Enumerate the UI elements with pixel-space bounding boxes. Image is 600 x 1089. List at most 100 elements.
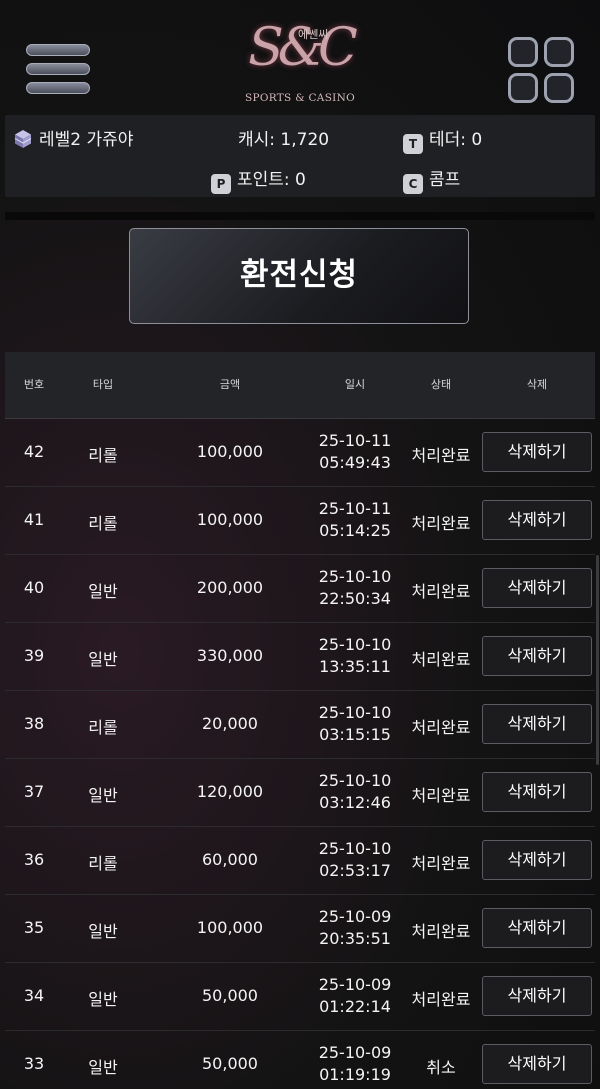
- comp-icon: C: [403, 174, 423, 194]
- row-datetime: 25-10-09 01:19:19: [305, 1042, 405, 1086]
- delete-button[interactable]: 삭제하기: [482, 976, 592, 1016]
- logo-subtitle: SPORTS & CASINO: [244, 92, 356, 104]
- delete-button[interactable]: 삭제하기: [482, 704, 592, 744]
- row-amount: 100,000: [196, 918, 264, 937]
- tether-icon: T: [403, 134, 423, 154]
- row-status: 처리완료: [411, 650, 471, 669]
- row-amount: 50,000: [202, 1054, 258, 1073]
- scrollbar[interactable]: [596, 555, 599, 765]
- row-number: 38: [23, 714, 45, 733]
- grid-menu-icon[interactable]: [508, 37, 574, 103]
- row-amount: 100,000: [196, 442, 264, 461]
- table-header: 번호 타입 금액 일시 상태 삭제: [5, 352, 595, 419]
- delete-button[interactable]: 삭제하기: [482, 840, 592, 880]
- user-level-text: 레벨2 가쥬야: [39, 130, 134, 150]
- row-datetime: 25-10-10 02:53:17: [305, 838, 405, 882]
- row-status: 처리완료: [411, 718, 471, 737]
- row-type: 리롤: [88, 446, 118, 465]
- header-amount: 금액: [219, 378, 241, 391]
- row-number: 34: [23, 986, 45, 1005]
- row-time: 01:22:14: [319, 997, 391, 1016]
- delete-button[interactable]: 삭제하기: [482, 772, 592, 812]
- header-number: 번호: [23, 378, 45, 391]
- header-status: 상태: [430, 378, 452, 391]
- menu-bar: [26, 82, 90, 94]
- table-row: 41 리롤 100,000 25-10-11 05:14:25 처리완료 삭제하기: [5, 487, 595, 555]
- site-logo[interactable]: S&C 에쎈씨 SPORTS & CASINO: [240, 8, 360, 108]
- row-type: 일반: [88, 786, 118, 805]
- points-balance: P 포인트: 0: [211, 165, 306, 194]
- table-body: 42 리롤 100,000 25-10-11 05:49:43 처리완료 삭제하기 41 리롤 1…: [5, 419, 595, 1089]
- row-time: 20:35:51: [319, 929, 391, 948]
- row-date: 25-10-10: [318, 635, 392, 654]
- menu-bar: [26, 44, 90, 56]
- row-datetime: 25-10-10 22:50:34: [305, 566, 405, 610]
- row-time: 03:12:46: [319, 793, 391, 812]
- row-datetime: 25-10-10 13:35:11: [305, 634, 405, 678]
- table-row: 34 일반 50,000 25-10-09 01:22:14 처리완료 삭제하기: [5, 963, 595, 1031]
- delete-button[interactable]: 삭제하기: [482, 568, 592, 608]
- tether-balance: T 테더: 0: [403, 125, 482, 154]
- delete-button[interactable]: 삭제하기: [482, 432, 592, 472]
- row-datetime: 25-10-11 05:14:25: [305, 498, 405, 542]
- hamburger-menu-icon[interactable]: [26, 42, 92, 98]
- delete-button[interactable]: 삭제하기: [482, 500, 592, 540]
- row-date: 25-10-11: [318, 431, 392, 450]
- menu-bar: [26, 63, 90, 75]
- logo-monogram: S&C: [248, 18, 358, 78]
- row-type: 리롤: [88, 854, 118, 873]
- table-row: 38 리롤 20,000 25-10-10 03:15:15 처리완료 삭제하기: [5, 691, 595, 759]
- row-time: 01:19:19: [319, 1065, 391, 1084]
- comp-link[interactable]: C 콤프: [403, 165, 460, 194]
- comp-text: 콤프: [429, 170, 461, 190]
- header: S&C 에쎈씨 SPORTS & CASINO: [0, 0, 600, 112]
- grid-cell: [508, 73, 538, 103]
- row-type: 리롤: [88, 514, 118, 533]
- row-amount: 200,000: [196, 578, 264, 597]
- table-row: 39 일반 330,000 25-10-10 13:35:11 처리완료 삭제하기: [5, 623, 595, 691]
- row-type: 일반: [88, 582, 118, 601]
- row-date: 25-10-09: [318, 975, 392, 994]
- row-type: 일반: [88, 650, 118, 669]
- delete-button[interactable]: 삭제하기: [482, 908, 592, 948]
- row-type: 일반: [88, 990, 118, 1009]
- row-status: 처리완료: [411, 514, 471, 533]
- table-row: 37 일반 120,000 25-10-10 03:12:46 처리완료 삭제하기: [5, 759, 595, 827]
- row-status: 처리완료: [411, 582, 471, 601]
- row-type: 일반: [88, 922, 118, 941]
- row-number: 37: [23, 782, 45, 801]
- divider: [5, 212, 595, 220]
- row-status: 취소: [426, 1058, 456, 1077]
- table-row: 40 일반 200,000 25-10-10 22:50:34 처리완료 삭제하기: [5, 555, 595, 623]
- row-time: 05:14:25: [319, 521, 391, 540]
- row-time: 05:49:43: [319, 453, 391, 472]
- row-date: 25-10-10: [318, 771, 392, 790]
- row-datetime: 25-10-11 05:49:43: [305, 430, 405, 474]
- row-status: 처리완료: [411, 854, 471, 873]
- row-time: 03:15:15: [319, 725, 391, 744]
- table-row: 35 일반 100,000 25-10-09 20:35:51 처리완료 삭제하기: [5, 895, 595, 963]
- header-datetime: 일시: [344, 378, 366, 391]
- user-level: 레벨2 가쥬야: [13, 125, 133, 150]
- header-delete: 삭제: [526, 378, 548, 391]
- row-time: 22:50:34: [319, 589, 391, 608]
- exchange-request-button[interactable]: 환전신청: [129, 228, 469, 324]
- delete-button[interactable]: 삭제하기: [482, 1044, 592, 1084]
- row-date: 25-10-09: [318, 907, 392, 926]
- row-datetime: 25-10-10 03:15:15: [305, 702, 405, 746]
- row-status: 처리완료: [411, 990, 471, 1009]
- row-status: 처리완료: [411, 786, 471, 805]
- row-time: 13:35:11: [319, 657, 391, 676]
- row-number: 41: [23, 510, 45, 529]
- grid-cell: [508, 37, 538, 67]
- row-type: 일반: [88, 1058, 118, 1077]
- row-amount: 50,000: [202, 986, 258, 1005]
- row-number: 39: [23, 646, 45, 665]
- row-amount: 20,000: [202, 714, 258, 733]
- row-number: 35: [23, 918, 45, 937]
- row-date: 25-10-09: [318, 1043, 392, 1062]
- row-status: 처리완료: [411, 446, 471, 465]
- row-amount: 100,000: [196, 510, 264, 529]
- cash-balance: 캐시: 1,720: [238, 130, 330, 150]
- delete-button[interactable]: 삭제하기: [482, 636, 592, 676]
